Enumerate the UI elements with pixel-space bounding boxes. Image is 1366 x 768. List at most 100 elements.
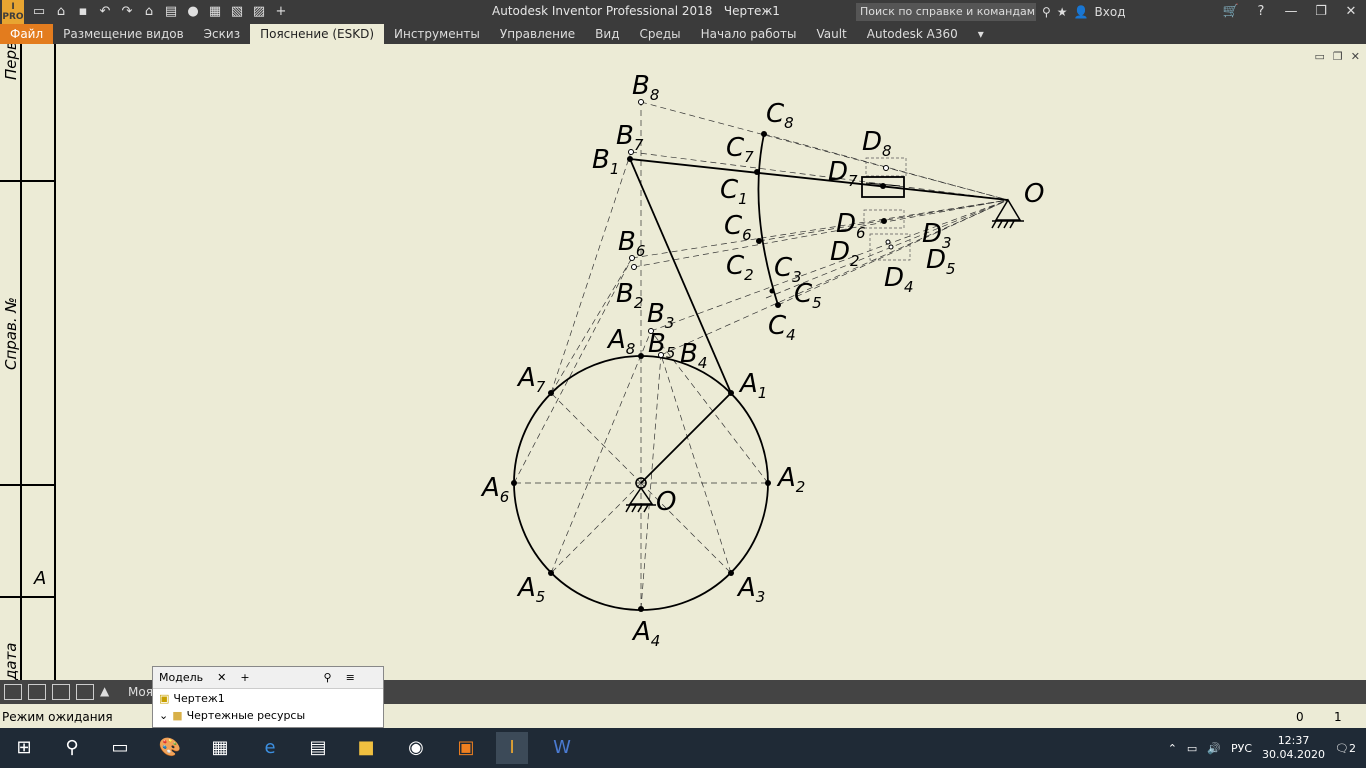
plus-icon[interactable]: + bbox=[272, 3, 290, 21]
label-o-pivot: O bbox=[1024, 179, 1044, 209]
explorer-icon[interactable]: ■ bbox=[350, 732, 382, 764]
signin-link[interactable]: Вход bbox=[1095, 5, 1126, 19]
update-icon[interactable]: ▧ bbox=[228, 3, 246, 21]
title-bar-tools: ⚲ ★ 👤 Вход bbox=[1042, 3, 1126, 21]
minimize-button[interactable]: — bbox=[1276, 0, 1306, 24]
edge-icon[interactable]: e bbox=[254, 732, 286, 764]
browser-tab-model[interactable]: Модель bbox=[159, 671, 203, 684]
ribbon-tabs: Файл Размещение видов Эскиз Пояснение (E… bbox=[0, 24, 1366, 44]
browser-menu-icon[interactable]: ≡ bbox=[346, 671, 355, 684]
browser-add-icon[interactable]: + bbox=[240, 671, 249, 684]
help-icon[interactable]: ? bbox=[1246, 0, 1276, 24]
tab-sketch[interactable]: Эскиз bbox=[194, 24, 250, 44]
inventor-logo-icon[interactable]: I PRO bbox=[2, 0, 24, 24]
clock[interactable]: 12:37 30.04.2020 bbox=[1262, 734, 1325, 762]
measure-icon[interactable]: ▦ bbox=[206, 3, 224, 21]
star-icon[interactable]: ★ bbox=[1057, 5, 1068, 19]
user-icon[interactable]: 👤 bbox=[1074, 5, 1089, 19]
tab-a360[interactable]: Autodesk A360 bbox=[857, 24, 968, 44]
drawing-canvas[interactable]: Перв Справ. № дата A ▭ ❐ ✕ A1 A2 A3 A4 A… bbox=[0, 44, 1366, 680]
label-c4: C4 bbox=[768, 311, 796, 344]
tab-place-views[interactable]: Размещение видов bbox=[53, 24, 194, 44]
label-b3: B3 bbox=[647, 299, 674, 332]
battery-icon[interactable]: ▭ bbox=[1187, 742, 1197, 755]
label-d4: D4 bbox=[884, 263, 914, 296]
label-a3: A3 bbox=[736, 573, 765, 606]
tile-icon[interactable] bbox=[4, 684, 22, 700]
close-button[interactable]: ✕ bbox=[1336, 0, 1366, 24]
window-controls: 🛒 ? — ❐ ✕ bbox=[1216, 0, 1366, 24]
chevron-up-icon[interactable]: ⌃ bbox=[1168, 742, 1177, 755]
binoculars-icon[interactable]: ⚲ bbox=[1042, 5, 1051, 19]
task-view-icon[interactable]: ▭ bbox=[104, 732, 136, 764]
chevron-down-icon[interactable]: ⌄ bbox=[159, 709, 168, 722]
mechanism-drawing: A1 A2 A3 A4 A5 A6 A7 A8 B1 B2 B3 B4 B5 B… bbox=[480, 71, 1044, 650]
status-count-2: 1 bbox=[1334, 710, 1342, 724]
tab-vault[interactable]: Vault bbox=[806, 24, 856, 44]
horizontal-split-icon[interactable] bbox=[52, 684, 70, 700]
label-a1: A1 bbox=[738, 369, 767, 402]
label-o-center: O bbox=[656, 487, 676, 517]
tab-tools[interactable]: Инструменты bbox=[384, 24, 490, 44]
label-c7: C7 bbox=[726, 133, 754, 166]
tab-manage[interactable]: Управление bbox=[490, 24, 585, 44]
browser-item[interactable]: ⌄ ■ Чертежные ресурсы bbox=[153, 708, 383, 723]
redo-icon[interactable]: ↷ bbox=[118, 3, 136, 21]
home-icon[interactable]: ⌂ bbox=[140, 3, 158, 21]
label-c2: C2 bbox=[726, 251, 754, 284]
view-tab-label[interactable]: Моя bbox=[128, 685, 153, 699]
label-a2: A2 bbox=[776, 463, 805, 496]
search-icon[interactable]: ⚲ bbox=[56, 732, 88, 764]
language-indicator[interactable]: РУС bbox=[1231, 742, 1252, 755]
notification-icon[interactable]: 🗨2 bbox=[1335, 742, 1356, 755]
system-tray: ⌃ ▭ 🔊 РУС 12:37 30.04.2020 🗨2 bbox=[1168, 728, 1366, 768]
mechanism-links bbox=[513, 133, 1009, 611]
browser-item[interactable]: ▣ Чертеж1 bbox=[153, 689, 383, 708]
label-c6: C6 bbox=[724, 211, 752, 244]
new-file-icon[interactable]: ▭ bbox=[30, 3, 48, 21]
control-panel-icon[interactable]: ▤ bbox=[302, 732, 334, 764]
tab-view[interactable]: Вид bbox=[585, 24, 629, 44]
tab-environments[interactable]: Среды bbox=[630, 24, 691, 44]
rubik-app-icon[interactable]: ▦ bbox=[204, 732, 236, 764]
label-c8: C8 bbox=[766, 99, 794, 132]
export-icon[interactable]: ▨ bbox=[250, 3, 268, 21]
color-icon[interactable]: ● bbox=[184, 3, 202, 21]
label-a6: A6 bbox=[480, 473, 509, 506]
arrow-up-icon[interactable]: ▲ bbox=[100, 684, 118, 700]
restore-button[interactable]: ❐ bbox=[1306, 0, 1336, 24]
label-a5: A5 bbox=[516, 573, 545, 606]
paint-app-icon[interactable]: 🎨 bbox=[154, 732, 186, 764]
browser-search-icon[interactable]: ⚲ bbox=[324, 671, 332, 684]
browser-close-icon[interactable]: ✕ bbox=[217, 671, 226, 684]
status-count-1: 0 bbox=[1296, 710, 1304, 724]
word-icon[interactable]: W bbox=[546, 732, 578, 764]
cart-icon[interactable]: 🛒 bbox=[1216, 0, 1246, 24]
tab-annotate[interactable]: Пояснение (ESKD) bbox=[250, 24, 385, 44]
open-file-icon[interactable]: ⌂ bbox=[52, 3, 70, 21]
save-icon[interactable]: ▪ bbox=[74, 3, 92, 21]
label-d7: D7 bbox=[828, 157, 858, 190]
chrome-icon[interactable]: ◉ bbox=[400, 732, 432, 764]
quick-access-toolbar: ▭ ⌂ ▪ ↶ ↷ ⌂ ▤ ● ▦ ▧ ▨ + bbox=[30, 3, 290, 21]
label-d8: D8 bbox=[862, 127, 892, 160]
inventor-taskbar-icon[interactable]: I bbox=[496, 732, 528, 764]
volume-icon[interactable]: 🔊 bbox=[1207, 742, 1221, 755]
help-search-input[interactable]: Поиск по справке и командам... bbox=[856, 3, 1036, 21]
construction-lines bbox=[513, 101, 1009, 610]
label-a4: A4 bbox=[631, 617, 660, 650]
windows-taskbar: ⊞ ⚲ ▭ 🎨 ▦ e ▤ ■ ◉ ▣ I W ⌃ ▭ 🔊 РУС 12:37 3… bbox=[0, 728, 1366, 768]
print-icon[interactable]: ▤ bbox=[162, 3, 180, 21]
model-browser: Модель ✕ + ⚲ ≡ ▣ Чертеж1 ⌄ ■ Чертежные р… bbox=[152, 666, 384, 728]
undo-icon[interactable]: ↶ bbox=[96, 3, 114, 21]
tab-file[interactable]: Файл bbox=[0, 24, 54, 44]
tab-get-started[interactable]: Начало работы bbox=[691, 24, 807, 44]
windows-start-icon[interactable]: ⊞ bbox=[8, 732, 40, 764]
grid-icon[interactable] bbox=[28, 684, 46, 700]
vertical-split-icon[interactable] bbox=[76, 684, 94, 700]
label-b2: B2 bbox=[616, 279, 643, 312]
ribbon-options-icon[interactable]: ▾ bbox=[968, 24, 994, 44]
pdf-app-icon[interactable]: ▣ bbox=[450, 732, 482, 764]
title-bar: I PRO ▭ ⌂ ▪ ↶ ↷ ⌂ ▤ ● ▦ ▧ ▨ + Autodesk I… bbox=[0, 0, 1366, 24]
label-d6: D6 bbox=[836, 209, 866, 242]
